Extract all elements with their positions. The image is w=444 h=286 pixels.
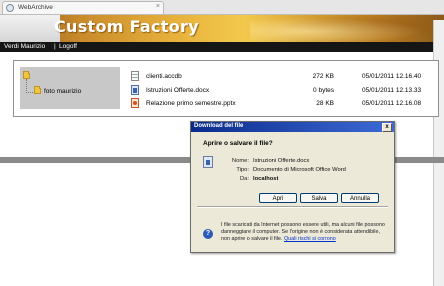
tab-title: WebArchive (18, 4, 53, 11)
dialog-divider (197, 206, 388, 208)
tab-close-icon[interactable]: × (156, 3, 160, 10)
globe-icon (6, 4, 14, 12)
database-file-icon (131, 71, 139, 81)
from-label: Da: (239, 176, 249, 182)
file-size: 28 KB (316, 100, 334, 107)
user-bar-separator: | (54, 43, 56, 50)
header-banner: Custom Factory (0, 15, 444, 42)
dialog-titlebar[interactable]: Download del file x (191, 122, 394, 132)
file-name[interactable]: Istruzioni Offerte.docx (146, 87, 209, 94)
file-date: 05/01/2011 12.13.33 (362, 87, 422, 94)
save-button[interactable]: Salva (300, 193, 338, 203)
file-size: 0 bytes (313, 87, 334, 94)
type-value: Documento di Microsoft Office Word (253, 167, 346, 173)
folder-tree: foto maurizio (20, 67, 120, 109)
word-document-icon (203, 156, 213, 168)
file-name[interactable]: Relazione primo semestre.pptx (146, 100, 236, 107)
logoff-link[interactable]: Logoff (59, 43, 77, 50)
banner-decoration (250, 15, 444, 42)
risks-link[interactable]: Quali rischi si corrono (284, 236, 336, 242)
file-date: 05/01/2011 12.16.08 (362, 100, 422, 107)
folder-icon[interactable] (34, 86, 41, 94)
file-name[interactable]: clienti.accdb (146, 73, 182, 80)
file-row[interactable]: clienti.accdb 272 KB 05/01/2011 12.16.40 (126, 71, 434, 82)
from-value: localhost (253, 176, 279, 182)
word-document-icon (131, 85, 139, 95)
banner-left-panel (0, 15, 60, 42)
file-browser-frame: foto maurizio clienti.accdb 272 KB 05/01… (13, 60, 439, 117)
close-icon[interactable]: x (382, 123, 392, 132)
dialog-question: Aprire o salvare il file? (203, 140, 273, 147)
user-bar: Verdi Maurizio | Logoff (0, 42, 444, 52)
browser-tab-strip: WebArchive × (0, 0, 444, 15)
user-name: Verdi Maurizio (4, 43, 46, 50)
security-shield-icon: ? (203, 229, 213, 239)
name-value: Istruzioni Offerte.docx (253, 158, 310, 164)
name-label: Nome: (231, 158, 249, 164)
file-row[interactable]: Relazione primo semestre.pptx 28 KB 05/0… (126, 98, 434, 109)
powerpoint-file-icon (131, 98, 139, 108)
download-dialog: Download del file x Aprire o salvare il … (190, 121, 395, 253)
browser-tab[interactable]: WebArchive × (2, 1, 164, 14)
cancel-button[interactable]: Annulla (341, 193, 379, 203)
dialog-title: Download del file (194, 123, 244, 129)
file-size: 272 KB (312, 73, 334, 80)
file-date: 05/01/2011 12.16.40 (362, 73, 422, 80)
file-row[interactable]: Istruzioni Offerte.docx 0 bytes 05/01/20… (126, 85, 434, 96)
type-label: Tipo: (236, 167, 249, 173)
site-title: Custom Factory (54, 17, 199, 36)
warning-message: I file scaricati da Internet possono ess… (221, 222, 389, 242)
open-button[interactable]: Apri (259, 193, 297, 203)
folder-item-foto-maurizio[interactable]: foto maurizio (44, 88, 81, 95)
